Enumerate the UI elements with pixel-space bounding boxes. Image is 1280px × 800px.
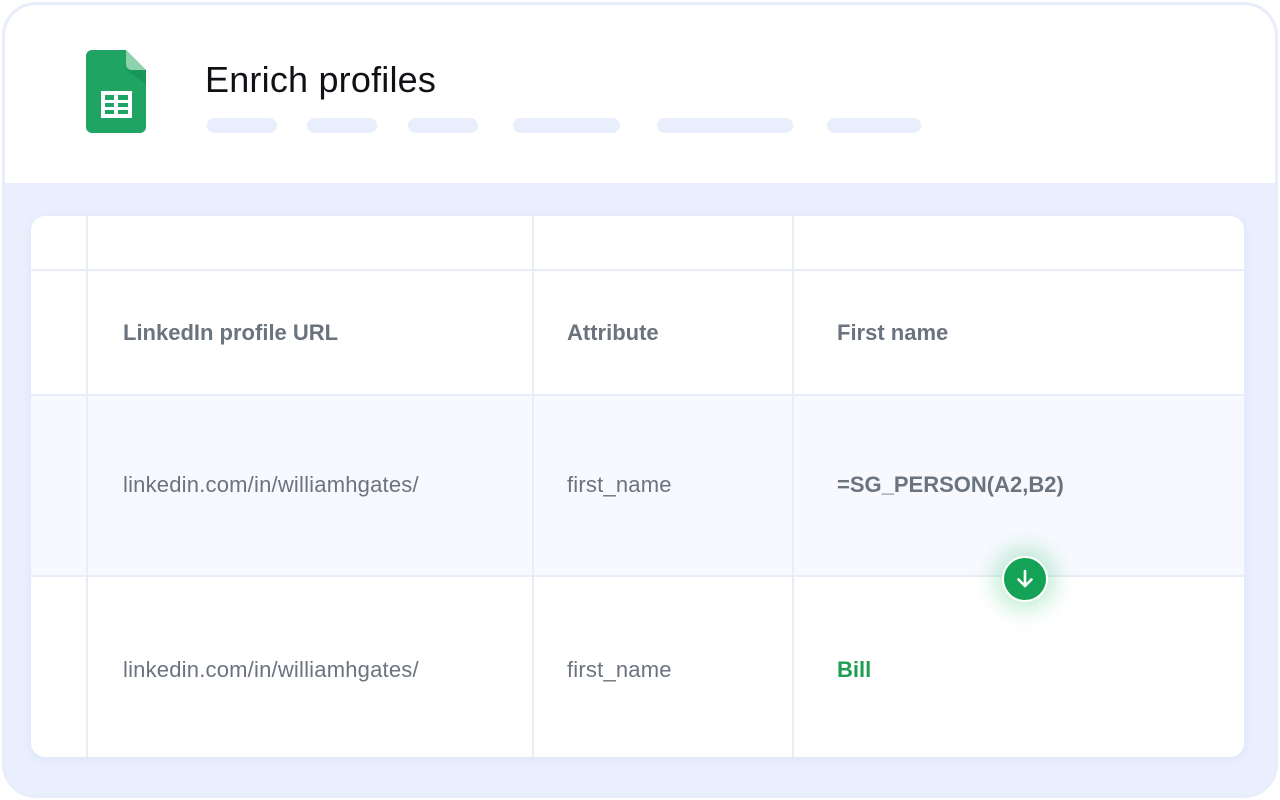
placeholder-pill	[408, 118, 478, 133]
cell-url[interactable]: linkedin.com/in/williamhgates/	[123, 472, 419, 498]
column-header-first-name[interactable]: First name	[837, 320, 948, 346]
header: Enrich profiles	[5, 5, 1275, 183]
placeholder-pill	[307, 118, 377, 133]
google-sheets-icon	[86, 50, 146, 133]
placeholder-pill	[207, 118, 277, 133]
cell-attribute[interactable]: first_name	[567, 472, 672, 498]
table-row-empty	[31, 216, 1244, 271]
spreadsheet-table: LinkedIn profile URL Attribute First nam…	[31, 216, 1244, 757]
column-divider	[86, 216, 88, 757]
arrow-down-icon	[1017, 569, 1033, 588]
cell-result[interactable]: Bill	[837, 657, 871, 683]
column-divider	[792, 216, 794, 757]
column-header-attribute[interactable]: Attribute	[567, 320, 659, 346]
column-divider	[532, 216, 534, 757]
placeholder-pill	[513, 118, 620, 133]
cell-formula[interactable]: =SG_PERSON(A2,B2)	[837, 472, 1064, 498]
column-header-url[interactable]: LinkedIn profile URL	[123, 320, 338, 346]
placeholder-pill	[827, 118, 921, 133]
fill-down-button[interactable]	[1002, 556, 1048, 602]
page-title: Enrich profiles	[205, 59, 437, 100]
cell-attribute[interactable]: first_name	[567, 657, 672, 683]
placeholder-pill	[657, 118, 793, 133]
cell-url[interactable]: linkedin.com/in/williamhgates/	[123, 657, 419, 683]
app-frame: Enrich profiles LinkedIn profile URL Att…	[2, 2, 1278, 798]
